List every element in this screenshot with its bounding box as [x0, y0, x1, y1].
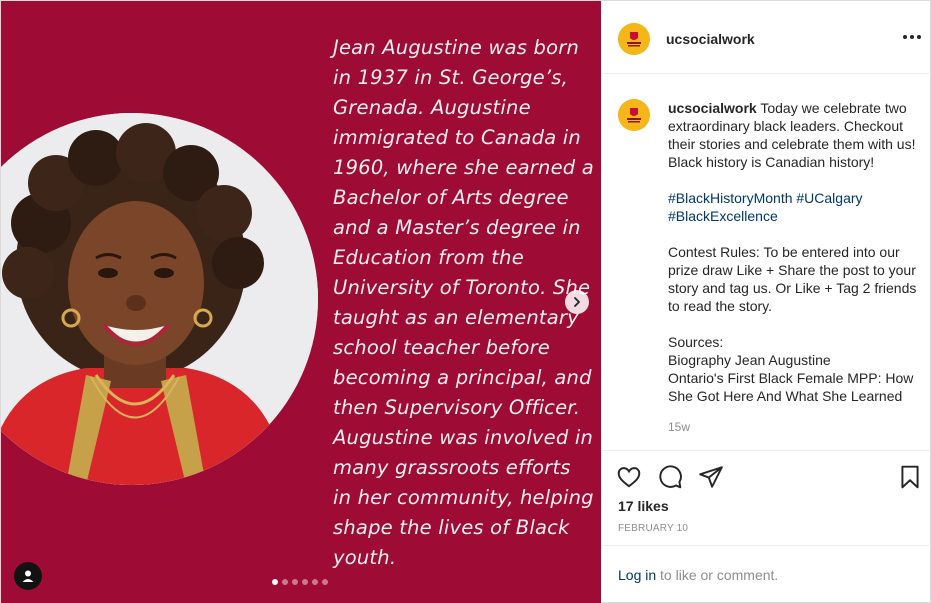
heart-icon — [617, 467, 641, 488]
comment-button[interactable] — [657, 464, 683, 490]
save-button[interactable] — [897, 464, 923, 490]
post-actions: 17 likes FEBRUARY 10 — [602, 452, 931, 546]
login-prompt-text: to like or comment. — [656, 567, 779, 583]
instagram-post: Jean Augustine was born in 1937 in St. G… — [0, 0, 931, 603]
biography-text: Jean Augustine was born in 1937 in St. G… — [333, 36, 594, 569]
login-prompt: Log in to like or comment. — [618, 567, 778, 583]
post-username[interactable]: ucsocialwork — [666, 31, 755, 47]
university-of-calgary-logo-icon — [618, 23, 650, 55]
carousel-dot — [302, 579, 308, 585]
post-media[interactable]: Jean Augustine was born in 1937 in St. G… — [1, 1, 601, 603]
post-header: ucsocialwork — [602, 1, 931, 74]
carousel-dot — [282, 579, 288, 585]
carousel-indicator — [272, 579, 328, 585]
caption-text: ucsocialwork Today we celebrate two extr… — [668, 99, 918, 405]
source-item: Biography Jean Augustine — [668, 352, 831, 368]
share-button[interactable] — [698, 464, 724, 490]
contest-rules: Contest Rules: To be entered into our pr… — [668, 244, 917, 314]
carousel-dot — [312, 579, 318, 585]
login-link[interactable]: Log in — [618, 567, 656, 583]
carousel-dot — [322, 579, 328, 585]
avatar[interactable] — [618, 99, 650, 131]
hashtag-link[interactable]: #UCalgary — [796, 190, 862, 206]
post-date[interactable]: FEBRUARY 10 — [618, 523, 688, 534]
bookmark-icon — [901, 465, 919, 489]
caption-timestamp[interactable]: 15w — [668, 420, 690, 434]
likes-count[interactable]: 17 likes — [618, 498, 669, 514]
user-icon — [22, 570, 34, 582]
more-options-icon[interactable] — [902, 29, 922, 45]
hashtag-link[interactable]: #BlackHistoryMonth — [668, 190, 793, 206]
share-icon — [699, 466, 723, 488]
tagged-people-button[interactable] — [14, 562, 42, 590]
sources-label: Sources: — [668, 334, 724, 350]
portrait-photo — [1, 113, 318, 485]
university-of-calgary-logo-icon — [618, 99, 650, 131]
portrait-illustration — [1, 113, 318, 485]
post-side-panel: ucsocialwork ucsocialwork Today we celeb… — [601, 1, 931, 603]
carousel-dot — [272, 579, 278, 585]
avatar[interactable] — [618, 23, 650, 55]
comment-icon — [659, 465, 682, 489]
next-slide-button[interactable] — [565, 290, 589, 314]
hashtag-link[interactable]: #BlackExcellence — [668, 208, 778, 224]
chevron-right-icon — [574, 297, 580, 307]
caption-section: ucsocialwork Today we celebrate two extr… — [602, 75, 931, 451]
caption-username[interactable]: ucsocialwork — [668, 100, 757, 116]
like-button[interactable] — [616, 464, 642, 490]
carousel-dot — [292, 579, 298, 585]
source-item: Ontario's First Black Female MPP: How Sh… — [668, 370, 914, 404]
